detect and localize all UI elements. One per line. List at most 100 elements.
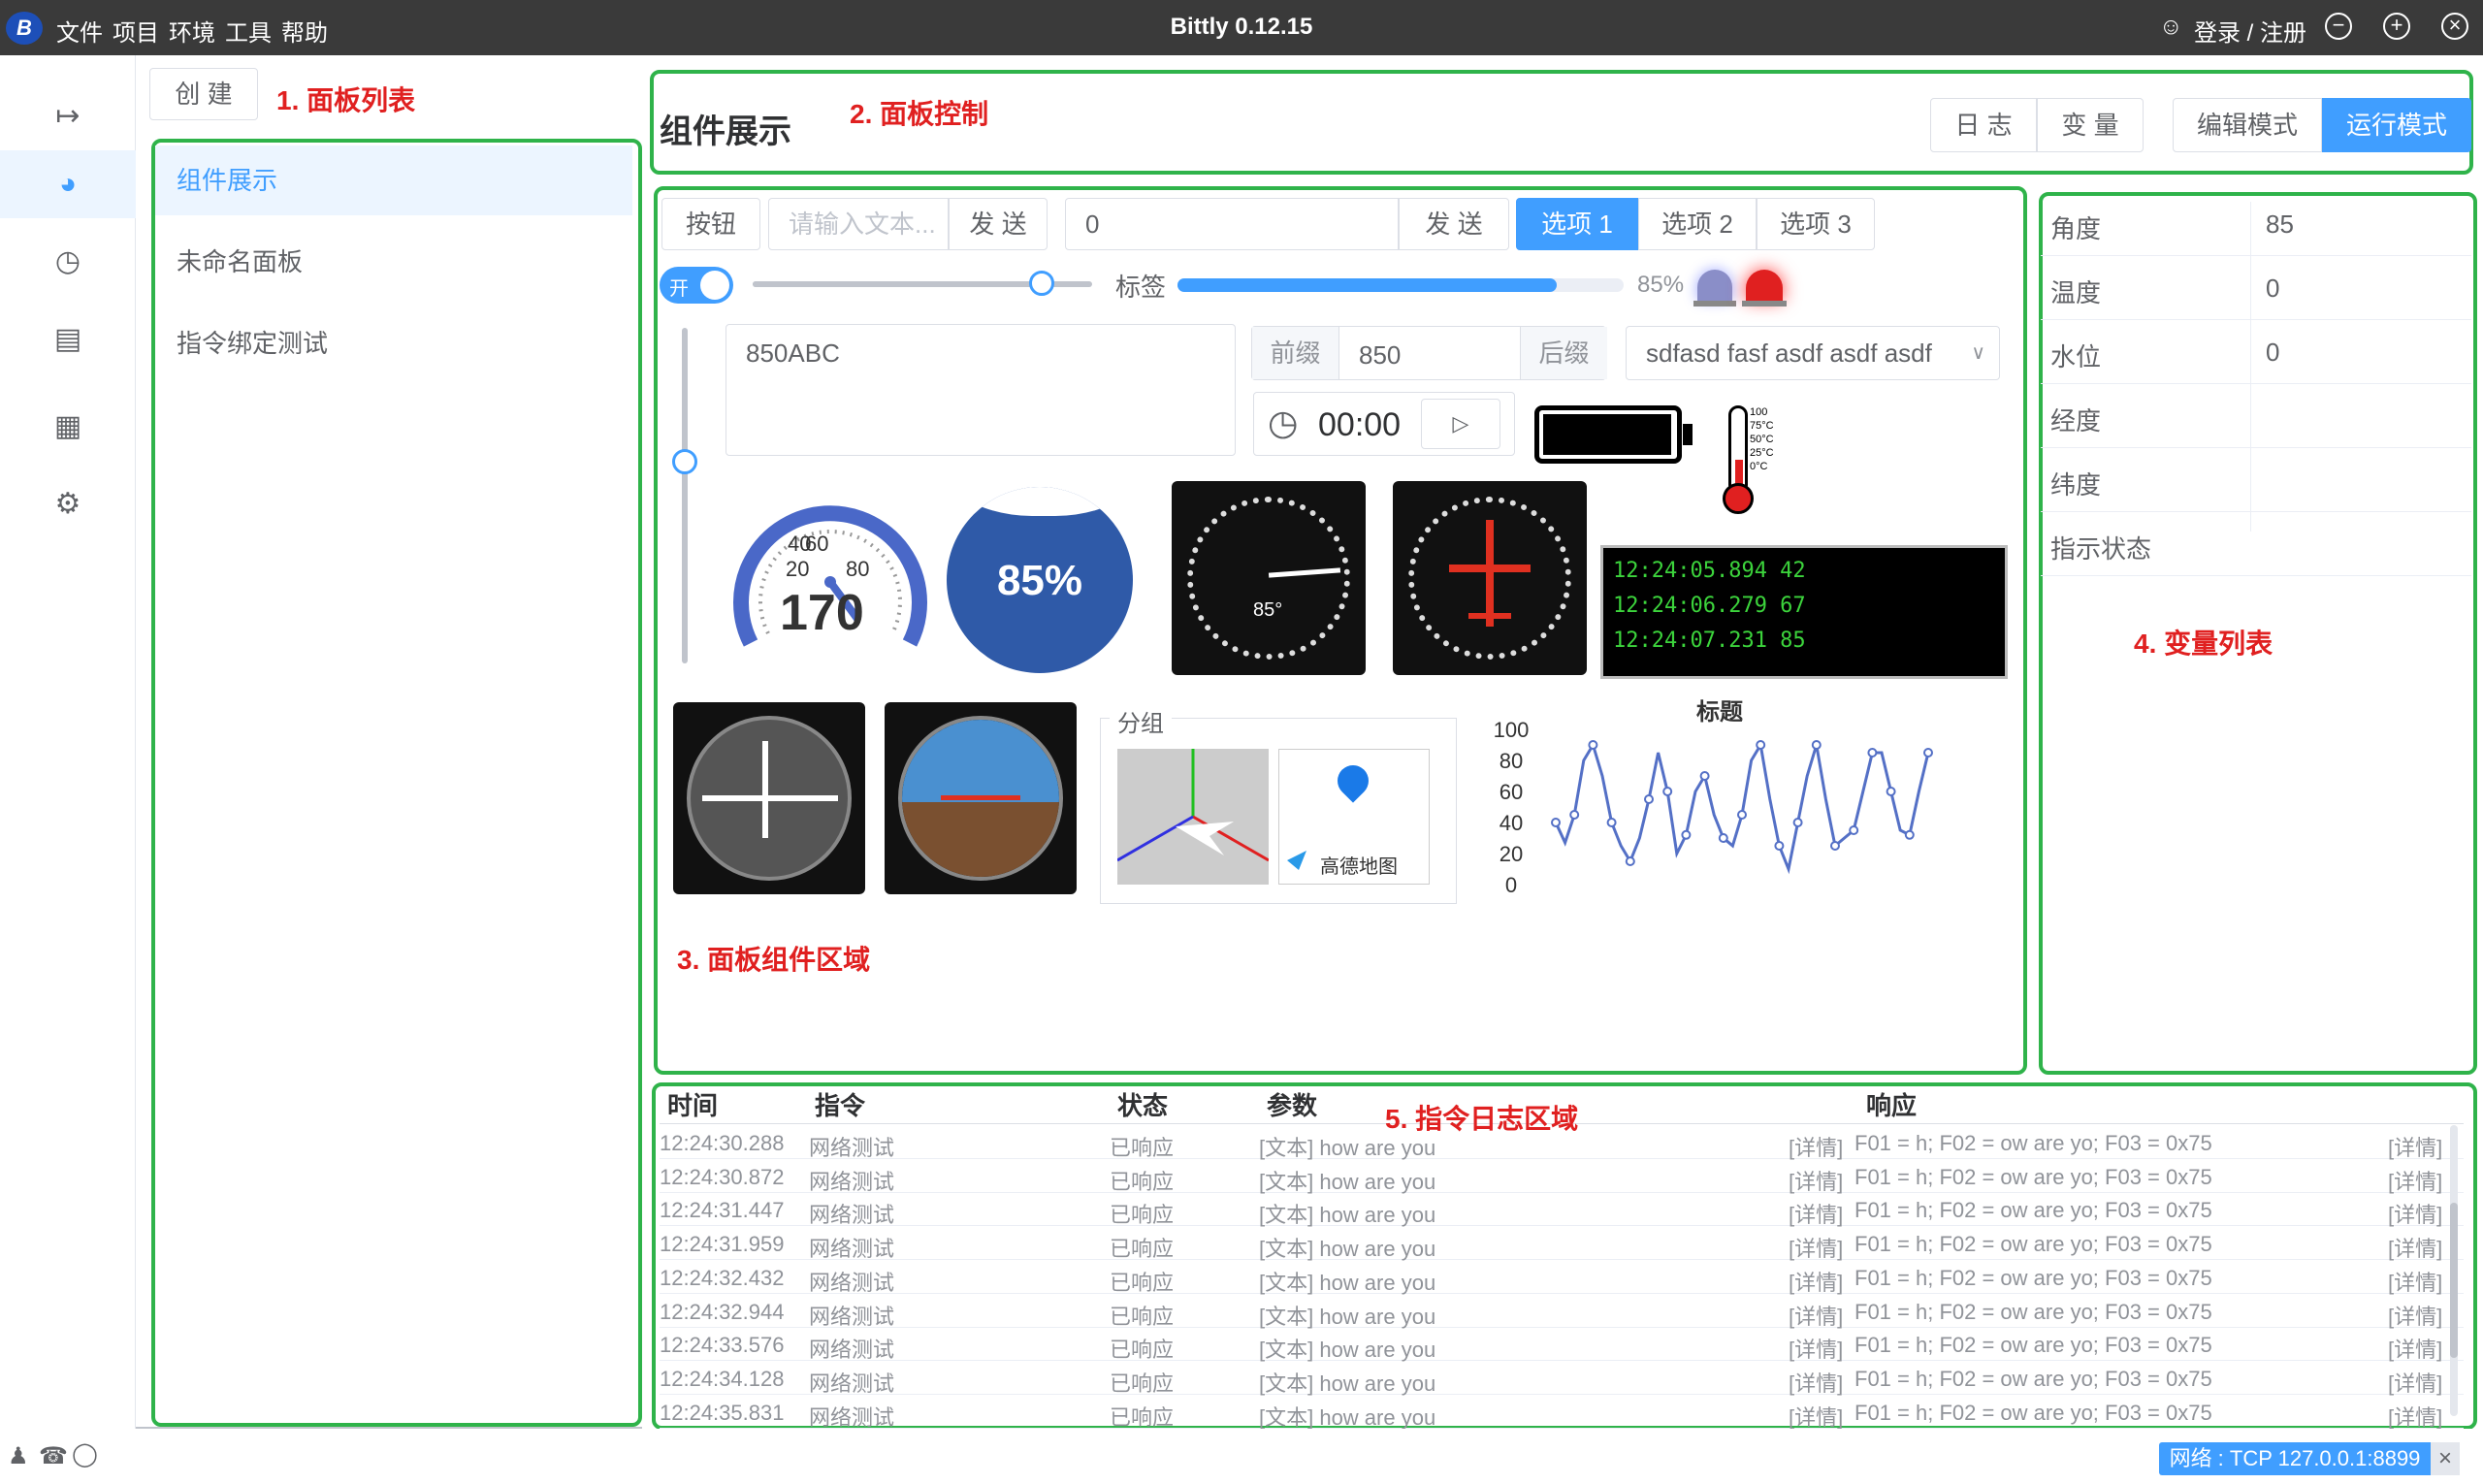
wechat-icon[interactable]: ☎: [39, 1442, 68, 1470]
sitemap-icon[interactable]: ▦: [0, 393, 136, 461]
log-param-detail-link[interactable]: [详情]: [1789, 1165, 1843, 1196]
log-command: 网络测试: [809, 1404, 895, 1430]
log-col-response[interactable]: 响应: [1866, 1086, 1917, 1122]
thermometer-widget: 100 75°C 50°C 25°C 0°C: [1723, 405, 1781, 520]
option-2[interactable]: 选项 2: [1638, 198, 1757, 250]
panel-item-unnamed[interactable]: 未命名面板: [155, 227, 632, 297]
slider-handle[interactable]: [1028, 271, 1054, 296]
log-row[interactable]: 12:24:31.959 网络测试 已响应 [文本] how are you [详情] F…: [660, 1226, 2464, 1263]
minimize-icon[interactable]: −: [2325, 13, 2352, 40]
log-response-detail-link[interactable]: [详情]: [2388, 1165, 2442, 1196]
log-response-detail-link[interactable]: [详情]: [2388, 1367, 2442, 1398]
log-scrollbar[interactable]: [2450, 1125, 2458, 1416]
tab-log[interactable]: 日 志: [1930, 98, 2037, 152]
log-response-detail-link[interactable]: [详情]: [2388, 1333, 2442, 1364]
log-response-detail-link[interactable]: [详情]: [2388, 1266, 2442, 1297]
horizontal-slider[interactable]: [753, 271, 1092, 296]
run-mode-button[interactable]: 运行模式: [2322, 98, 2471, 152]
prefix-suffix-input[interactable]: 前缀 850 后缀: [1251, 326, 1607, 380]
variable-row[interactable]: 角度 85: [2041, 192, 2471, 256]
log-param-detail-link[interactable]: [详情]: [1789, 1367, 1843, 1398]
close-network-icon[interactable]: ×: [2431, 1442, 2460, 1475]
select-dropdown[interactable]: sdfasd fasf asdf asdf asdf ∨: [1626, 326, 2000, 380]
log-response: F01 = h; F02 = ow are yo; F03 = 0x75: [1854, 1198, 2212, 1223]
text-input[interactable]: 请输入文本...: [768, 198, 949, 250]
maximize-icon[interactable]: +: [2383, 13, 2410, 40]
widget-button[interactable]: 按钮: [661, 198, 760, 250]
log-response-detail-link[interactable]: [详情]: [2388, 1232, 2442, 1263]
log-row[interactable]: 12:24:35.831 网络测试 已响应 [文本] how are you [详情] F…: [660, 1395, 2464, 1432]
log-param-detail-link[interactable]: [详情]: [1789, 1333, 1843, 1364]
variable-row[interactable]: 温度 0: [2041, 256, 2471, 320]
chart-point: [1830, 841, 1840, 851]
chart-point: [1886, 787, 1896, 796]
history-icon[interactable]: ◷: [0, 228, 136, 296]
chart-point: [1737, 810, 1747, 820]
status-bar: ♟ ☎ ◯ 网络 : TCP 127.0.0.1:8899 ×: [0, 1429, 2483, 1484]
log-row[interactable]: 12:24:32.944 网络测试 已响应 [文本] how are you [详情] F…: [660, 1294, 2464, 1331]
log-response-detail-link[interactable]: [详情]: [2388, 1300, 2442, 1331]
log-row[interactable]: 12:24:33.576 网络测试 已响应 [文本] how are you [详情] F…: [660, 1327, 2464, 1364]
log-param-detail-link[interactable]: [详情]: [1789, 1198, 1843, 1229]
close-icon[interactable]: ×: [2441, 13, 2468, 40]
log-param-detail-link[interactable]: [详情]: [1789, 1266, 1843, 1297]
login-link[interactable]: 登录 / 注册: [2194, 14, 2306, 48]
log-row[interactable]: 12:24:34.128 网络测试 已响应 [文本] how are you [详情] F…: [660, 1361, 2464, 1398]
edit-mode-button[interactable]: 编辑模式: [2173, 98, 2322, 152]
variable-row[interactable]: 水位 0: [2041, 320, 2471, 384]
option-1[interactable]: 选项 1: [1516, 198, 1638, 250]
progress-text: 85%: [1637, 272, 1685, 298]
prefix-value[interactable]: 850: [1359, 340, 1401, 371]
panel-item-command-binding[interactable]: 指令绑定测试: [155, 308, 632, 378]
log-col-params[interactable]: 参数: [1267, 1086, 1317, 1122]
log-param: [文本] how are you: [1259, 1338, 1436, 1363]
send-number-button[interactable]: 发 送: [1399, 198, 1509, 250]
log-time: 12:24:30.288: [660, 1131, 785, 1155]
option-3[interactable]: 选项 3: [1757, 198, 1875, 250]
map-widget[interactable]: 高德地图: [1278, 749, 1430, 885]
book-icon[interactable]: ▤: [0, 306, 136, 373]
log-status: 已响应: [1110, 1203, 1175, 1228]
log-col-time[interactable]: 时间: [667, 1086, 718, 1122]
log-col-command[interactable]: 指令: [815, 1086, 865, 1122]
vertical-slider[interactable]: [672, 328, 697, 663]
tab-variables[interactable]: 变 量: [2037, 98, 2144, 152]
log-row[interactable]: 12:24:32.432 网络测试 已响应 [文本] how are you [详情] F…: [660, 1260, 2464, 1297]
log-param-detail-link[interactable]: [详情]: [1789, 1401, 1843, 1432]
chat-icon[interactable]: ◯: [72, 1440, 98, 1468]
log-response-detail-link[interactable]: [详情]: [2388, 1401, 2442, 1432]
battery-fill: [1543, 414, 1671, 455]
network-status[interactable]: 网络 : TCP 127.0.0.1:8899: [2159, 1442, 2431, 1475]
log-col-status[interactable]: 状态: [1117, 1086, 1168, 1122]
chart-point: [1923, 748, 1933, 758]
panel-item-component-demo[interactable]: 组件展示: [155, 145, 632, 215]
chart-title: 标题: [1696, 699, 1743, 726]
log-param-detail-link[interactable]: [详情]: [1789, 1232, 1843, 1263]
log-param-detail-link[interactable]: [详情]: [1789, 1131, 1843, 1162]
send-text-button[interactable]: 发 送: [949, 198, 1048, 250]
variable-row[interactable]: 指示状态: [2041, 512, 2471, 576]
log-param-detail-link[interactable]: [详情]: [1789, 1300, 1843, 1331]
log-row[interactable]: 12:24:31.447 网络测试 已响应 [文本] how are you [详情] F…: [660, 1192, 2464, 1229]
qq-icon[interactable]: ♟: [8, 1442, 29, 1470]
play-icon[interactable]: ▷: [1421, 399, 1500, 449]
user-icon[interactable]: ☺: [2159, 14, 2183, 41]
chart-ytick-label: 100: [1494, 718, 1530, 742]
variable-row[interactable]: 经度: [2041, 384, 2471, 448]
number-input[interactable]: 0: [1065, 198, 1399, 250]
ruler-icon[interactable]: ↦: [0, 82, 136, 150]
settings-icon[interactable]: ⚙: [0, 470, 136, 538]
variable-value: 0: [2266, 274, 2280, 303]
log-param: [文本] how are you: [1259, 1203, 1436, 1228]
log-response-detail-link[interactable]: [详情]: [2388, 1198, 2442, 1229]
textarea[interactable]: 850ABC: [726, 324, 1236, 456]
log-row[interactable]: 12:24:30.288 网络测试 已响应 [文本] how are you [详情] F…: [660, 1125, 2464, 1162]
dashboard-icon[interactable]: ◕: [0, 150, 136, 218]
create-panel-button[interactable]: 创 建: [149, 68, 258, 120]
water-text: 85%: [996, 557, 1083, 604]
variable-row[interactable]: 纬度: [2041, 448, 2471, 512]
switch-toggle[interactable]: 开: [660, 267, 733, 304]
log-response-detail-link[interactable]: [详情]: [2388, 1131, 2442, 1162]
log-param: [文本] how are you: [1259, 1371, 1436, 1396]
log-row[interactable]: 12:24:30.872 网络测试 已响应 [文本] how are you [详情] F…: [660, 1159, 2464, 1196]
